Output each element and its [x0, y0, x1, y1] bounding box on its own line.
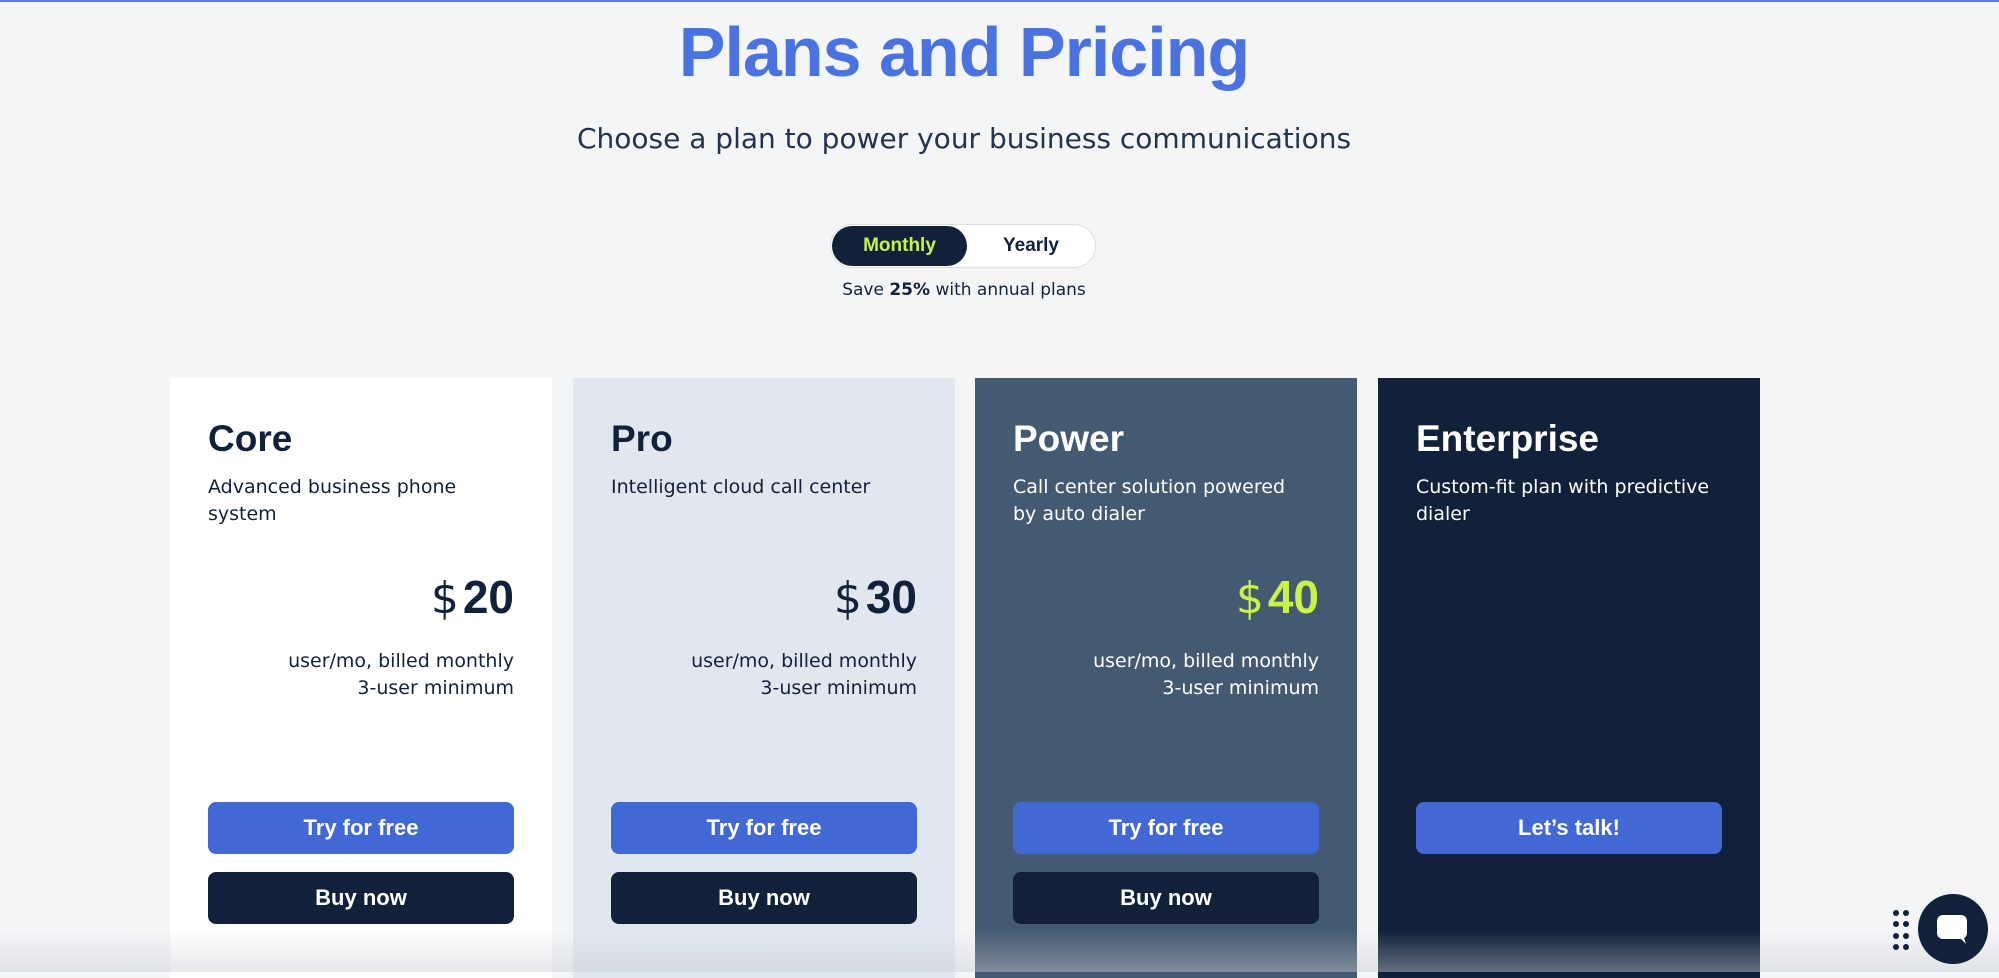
- plan-description: Call center solution powered by auto dia…: [1013, 476, 1286, 525]
- plan-name: Core: [208, 418, 293, 459]
- try-for-free-button[interactable]: Try for free: [611, 802, 917, 854]
- billing-frequency: user/mo, billed monthly: [288, 650, 514, 672]
- plan-price: $30: [834, 570, 917, 624]
- plan-description: Custom-fit plan with predictive dialer: [1416, 476, 1710, 525]
- toggle-yearly[interactable]: Yearly: [967, 226, 1095, 266]
- top-accent-line: [0, 0, 1999, 2]
- try-for-free-button[interactable]: Try for free: [1013, 802, 1319, 854]
- plan-name: Enterprise: [1416, 418, 1600, 459]
- page-title: Plans and Pricing: [678, 13, 1250, 91]
- plan-card-core: Core Advanced business phone system $20 …: [170, 378, 552, 978]
- try-for-free-button[interactable]: Try for free: [208, 802, 514, 854]
- annual-savings-note: Save 25% with annual plans: [0, 280, 1928, 300]
- billing-terms: user/mo, billed monthly 3-user minimum: [1093, 648, 1319, 702]
- savings-note-suffix: with annual plans: [930, 280, 1086, 300]
- price-currency: $: [833, 573, 862, 624]
- buy-now-button[interactable]: Buy now: [208, 872, 514, 924]
- price-currency: $: [430, 573, 459, 624]
- lets-talk-button[interactable]: Let’s talk!: [1416, 802, 1722, 854]
- user-minimum: 3-user minimum: [760, 677, 917, 699]
- toggle-monthly[interactable]: Monthly: [832, 226, 967, 266]
- billing-period-toggle[interactable]: Monthly Yearly: [830, 224, 1096, 268]
- plan-price: $20: [431, 570, 514, 624]
- billing-terms: user/mo, billed monthly 3-user minimum: [288, 648, 514, 702]
- plan-name: Pro: [611, 418, 673, 459]
- plan-description: Advanced business phone system: [208, 476, 457, 525]
- price-amount: 20: [462, 571, 514, 623]
- price-amount: 30: [865, 571, 917, 623]
- savings-note-prefix: Save: [842, 280, 890, 300]
- buy-now-button[interactable]: Buy now: [1013, 872, 1319, 924]
- user-minimum: 3-user minimum: [357, 677, 514, 699]
- plan-description: Intelligent cloud call center: [611, 476, 871, 498]
- page-subtitle: Choose a plan to power your business com…: [576, 122, 1352, 155]
- savings-percent: 25%: [889, 280, 931, 300]
- chat-launcher-button[interactable]: [1918, 894, 1988, 964]
- buy-now-button[interactable]: Buy now: [611, 872, 917, 924]
- drag-grip-icon[interactable]: [1893, 910, 1909, 952]
- plan-card-pro: Pro Intelligent cloud call center $30 us…: [573, 378, 955, 978]
- chat-bubble-icon: [1937, 915, 1967, 944]
- price-currency: $: [1235, 573, 1264, 624]
- plan-price: $40: [1236, 570, 1319, 624]
- price-amount: 40: [1267, 571, 1319, 623]
- billing-terms: user/mo, billed monthly 3-user minimum: [691, 648, 917, 702]
- user-minimum: 3-user minimum: [1162, 677, 1319, 699]
- plan-card-enterprise: Enterprise Custom-fit plan with predicti…: [1378, 378, 1760, 978]
- plan-name: Power: [1013, 418, 1125, 459]
- billing-frequency: user/mo, billed monthly: [691, 650, 917, 672]
- billing-frequency: user/mo, billed monthly: [1093, 650, 1319, 672]
- plan-card-power: Power Call center solution powered by au…: [975, 378, 1357, 978]
